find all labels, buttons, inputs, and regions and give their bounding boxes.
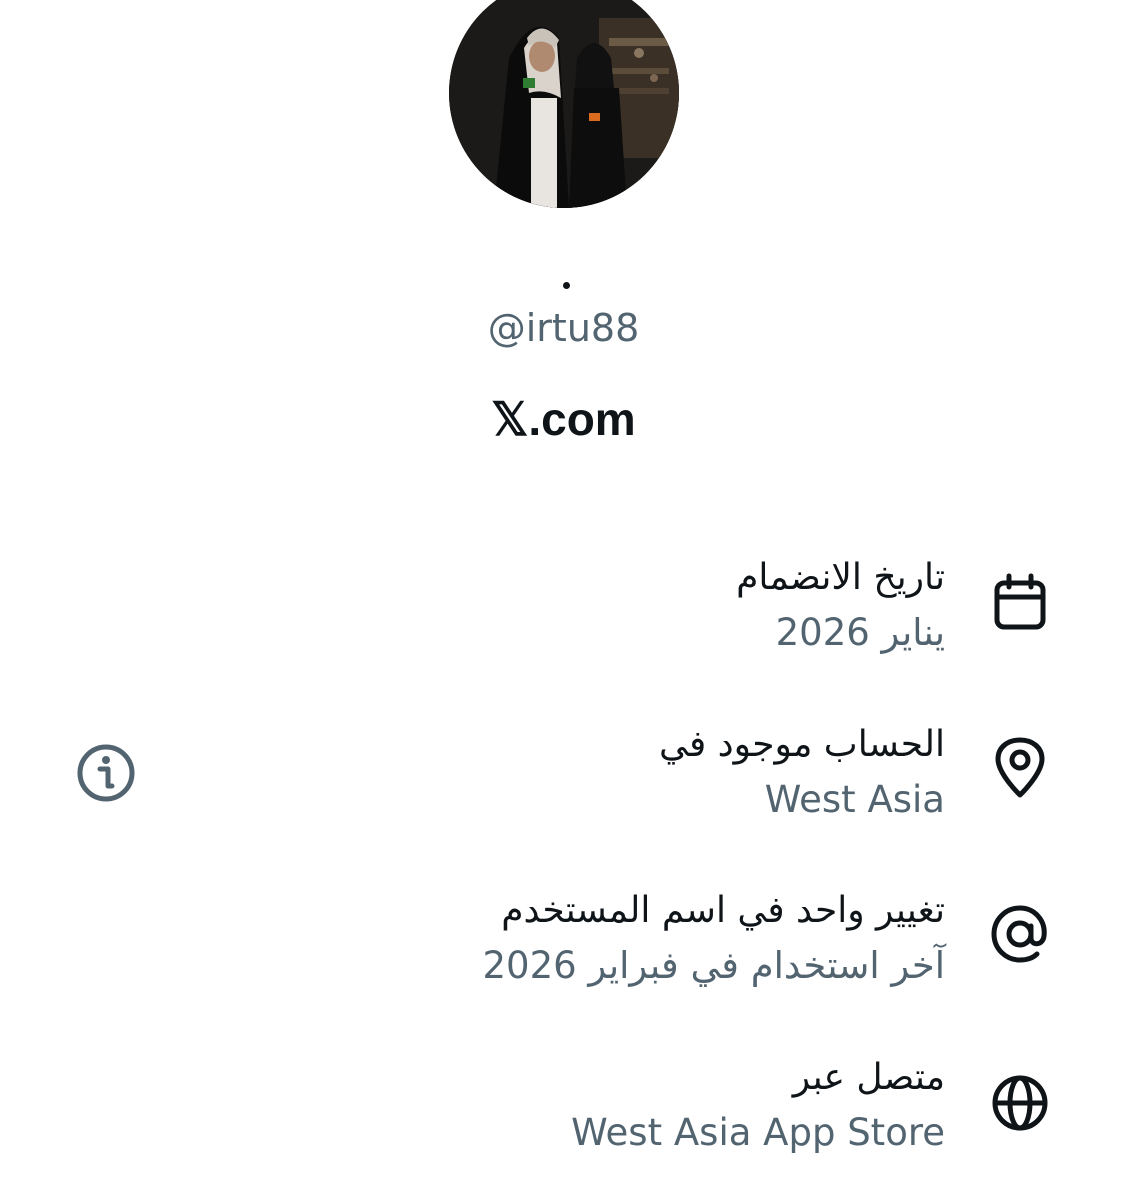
username-change-title: تغيير واحد في اسم المستخدم xyxy=(501,890,945,931)
location-value: West Asia xyxy=(764,778,945,821)
calendar-icon xyxy=(994,573,1046,630)
joined-row: تاريخ الانضمام يناير 2026 xyxy=(125,550,945,660)
joined-title: تاريخ الانضمام xyxy=(736,557,945,598)
connected-via-value: West Asia App Store xyxy=(571,1111,945,1154)
location-title: الحساب موجود في xyxy=(658,724,945,765)
avatar-photo xyxy=(449,0,679,208)
connected-via-row: متصل عبر West Asia App Store xyxy=(125,1050,945,1160)
connected-via-title: متصل عبر xyxy=(792,1057,945,1098)
location-row: الحساب موجود في West Asia xyxy=(125,717,945,827)
info-icon[interactable] xyxy=(74,741,138,805)
website-label: 𝕏.com xyxy=(491,393,636,445)
username-change-row: تغيير واحد في اسم المستخدم آخر استخدام ف… xyxy=(125,883,945,993)
at-sign-icon xyxy=(991,905,1047,963)
location-pin-icon xyxy=(995,737,1045,798)
username-change-value: آخر استخدام في فبراير 2026 xyxy=(482,944,945,987)
profile-handle: @irtu88 xyxy=(487,306,640,350)
globe-icon xyxy=(992,1075,1048,1131)
display-name-dot xyxy=(563,282,570,289)
joined-value: يناير 2026 xyxy=(775,611,945,654)
avatar[interactable] xyxy=(449,0,679,208)
